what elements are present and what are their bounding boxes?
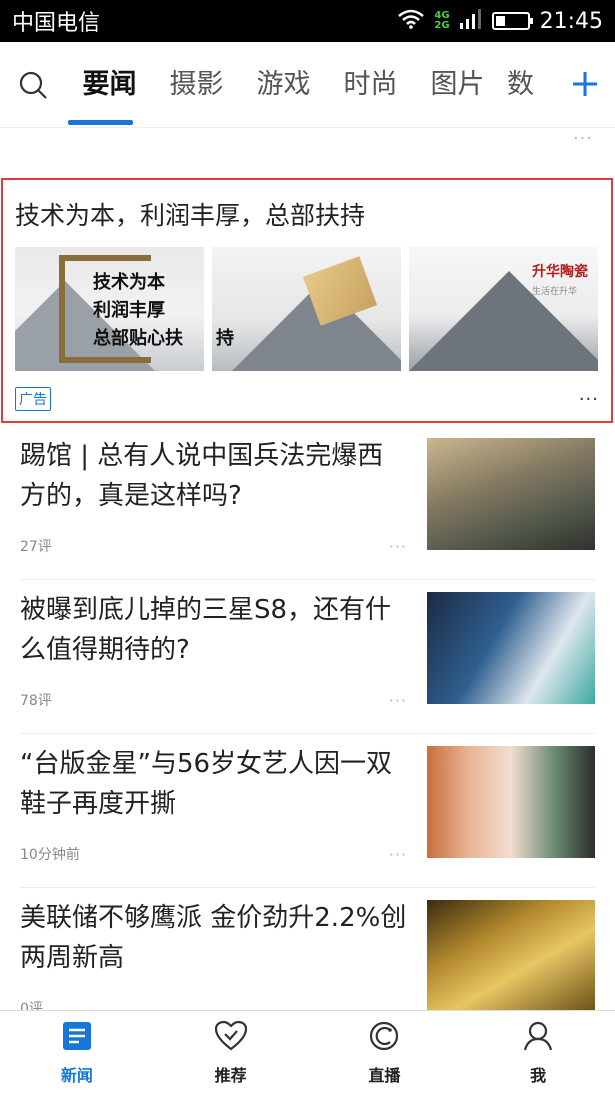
nav-label: 新闻 xyxy=(60,1066,93,1085)
more-options-icon[interactable]: ··· xyxy=(389,845,407,864)
tab-games[interactable]: 游戏 xyxy=(240,42,327,127)
news-item[interactable]: 被曝到底儿掉的三星S8，还有什么值得期待的? 78评 ··· xyxy=(20,582,595,734)
news-thumbnail[interactable] xyxy=(427,592,595,704)
live-icon xyxy=(368,1020,400,1056)
tab-yaowen[interactable]: 要闻 xyxy=(66,42,153,127)
person-icon xyxy=(522,1020,554,1056)
brand-logo-name: 升华陶瓷 xyxy=(532,264,588,280)
nav-recommend[interactable]: 推荐 xyxy=(154,1011,308,1095)
tab-pictures[interactable]: 图片 xyxy=(414,42,501,127)
news-title[interactable]: 踢馆 | 总有人说中国兵法完爆西方的，真是这样吗? xyxy=(20,436,407,524)
news-item[interactable]: 踢馆 | 总有人说中国兵法完爆西方的，真是这样吗? 27评 ··· xyxy=(20,428,595,580)
publish-time: 10分钟前 xyxy=(20,847,80,863)
ad-images: 技术为本 利润丰厚 总部贴心扶 持 升华陶瓷 生活在升华 xyxy=(15,247,599,371)
channel-tab-bar: 要闻 摄影 游戏 时尚 图片 数 xyxy=(0,42,615,128)
ad-slogan-line: 利润丰厚 xyxy=(93,300,165,321)
ad-footer: 广告 ··· xyxy=(15,387,599,411)
nav-label: 推荐 xyxy=(214,1066,247,1085)
ad-slogan-end: 持 xyxy=(216,328,234,349)
comment-count: 78评 xyxy=(20,693,52,709)
search-icon[interactable] xyxy=(0,70,66,100)
more-options-icon[interactable]: ··· xyxy=(579,389,599,410)
nav-me[interactable]: 我 xyxy=(461,1011,615,1095)
ad-badge: 广告 xyxy=(15,387,51,411)
brand-logo-tagline: 生活在升华 xyxy=(532,287,578,297)
news-title[interactable]: 美联储不够鹰派 金价劲升2.2%创两周新高 xyxy=(20,898,407,986)
news-icon xyxy=(61,1020,93,1056)
news-thumbnail[interactable] xyxy=(427,900,595,1012)
status-bar: 中国电信 4G 2G 21:45 xyxy=(0,0,615,42)
nav-label: 直播 xyxy=(368,1066,401,1085)
signal-icon xyxy=(459,9,482,33)
ad-card[interactable]: 技术为本，利润丰厚，总部扶持 技术为本 利润丰厚 总部贴心扶 持 升华陶瓷 生活… xyxy=(1,178,613,423)
add-channel-icon[interactable] xyxy=(555,42,615,128)
more-options-icon[interactable]: ··· xyxy=(389,691,407,710)
network-type-bottom: 2G xyxy=(434,20,450,31)
channel-tabs: 要闻 摄影 游戏 时尚 图片 数 xyxy=(66,42,555,127)
tab-data[interactable]: 数 xyxy=(501,42,541,127)
wifi-icon xyxy=(398,9,425,33)
nav-news[interactable]: 新闻 xyxy=(0,1011,154,1095)
comment-count: 27评 xyxy=(20,539,52,555)
clock: 21:45 xyxy=(539,8,603,34)
news-thumbnail[interactable] xyxy=(427,746,595,858)
news-item[interactable]: “台版金星”与56岁女艺人因一双鞋子再度开撕 10分钟前 ··· xyxy=(20,736,595,888)
nav-live[interactable]: 直播 xyxy=(308,1011,462,1095)
ad-title[interactable]: 技术为本，利润丰厚，总部扶持 xyxy=(15,196,599,232)
news-title[interactable]: 被曝到底儿掉的三星S8，还有什么值得期待的? xyxy=(20,590,407,678)
tab-fashion[interactable]: 时尚 xyxy=(327,42,414,127)
ad-slogan-line: 技术为本 xyxy=(93,272,165,293)
brand-logo: 升华陶瓷 生活在升华 xyxy=(532,261,588,297)
ad-image[interactable]: 升华陶瓷 生活在升华 xyxy=(409,247,598,371)
nav-label: 我 xyxy=(530,1066,547,1085)
news-thumbnail[interactable] xyxy=(427,438,595,550)
ad-image[interactable]: 持 xyxy=(212,247,401,371)
ad-slogan: 技术为本 利润丰厚 总部贴心扶 xyxy=(93,269,183,353)
network-type-badge: 4G 2G xyxy=(434,11,449,31)
ad-slogan-line: 总部贴心扶 xyxy=(93,328,183,349)
more-options-icon[interactable]: ··· xyxy=(389,537,407,556)
ad-image[interactable]: 技术为本 利润丰厚 总部贴心扶 xyxy=(15,247,204,371)
bottom-navigation: 新闻 推荐 直播 我 xyxy=(0,1010,615,1095)
heart-check-icon xyxy=(214,1020,248,1056)
news-title[interactable]: “台版金星”与56岁女艺人因一双鞋子再度开撕 xyxy=(20,744,407,832)
previous-item-more-icon[interactable]: ··· xyxy=(573,128,593,156)
battery-icon xyxy=(491,12,533,30)
tab-photography[interactable]: 摄影 xyxy=(153,42,240,127)
carrier-name: 中国电信 xyxy=(12,11,101,36)
